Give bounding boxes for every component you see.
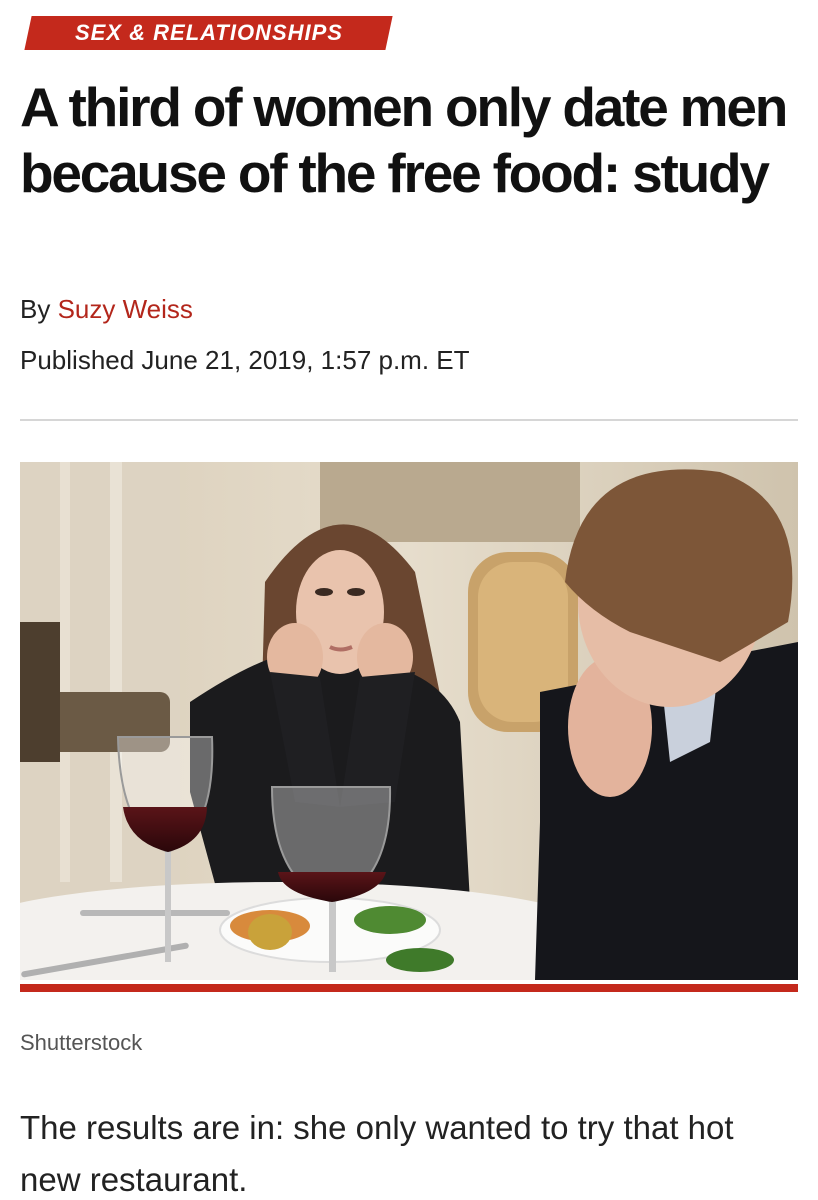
article-photo — [20, 462, 798, 980]
section-tag-label: SEX & RELATIONSHIPS — [74, 20, 343, 45]
divider — [20, 419, 798, 421]
article-headline: A third of women only date men because o… — [20, 76, 788, 204]
section-tag[interactable]: SEX & RELATIONSHIPS — [24, 16, 393, 50]
byline: By Suzy Weiss — [20, 294, 193, 325]
article-lede: The results are in: she only wanted to t… — [20, 1109, 734, 1198]
published-date: Published June 21, 2019, 1:57 p.m. ET — [20, 345, 470, 375]
author-link[interactable]: Suzy Weiss — [58, 294, 193, 324]
image-credit: Shutterstock — [20, 1030, 143, 1055]
photo-rule — [20, 984, 798, 992]
byline-prefix: By — [20, 294, 58, 324]
